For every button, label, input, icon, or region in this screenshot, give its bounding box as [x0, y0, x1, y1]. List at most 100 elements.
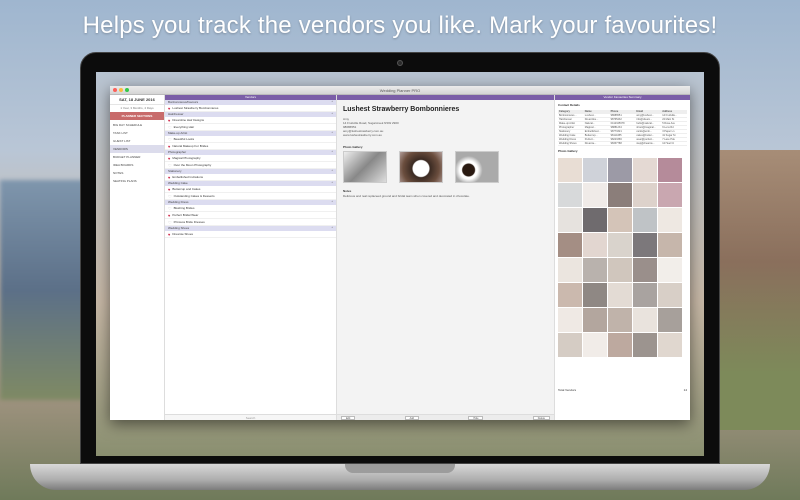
column-header[interactable]: Email [635, 110, 661, 113]
add-vendor-icon[interactable]: + [331, 100, 333, 103]
gallery-thumbnail[interactable] [558, 358, 582, 382]
column-header[interactable]: Name [584, 110, 610, 113]
category-header[interactable]: Hairdresser + [165, 112, 336, 117]
gallery-thumbnail[interactable] [558, 233, 582, 257]
heart-filled-icon[interactable]: ♥ [168, 156, 170, 161]
gallery-thumbnail[interactable] [583, 283, 607, 307]
gallery-thumbnail[interactable] [658, 308, 682, 332]
add-vendor-icon[interactable]: + [331, 169, 333, 172]
vendor-row[interactable]: ♡ Over the Moon Photography [165, 162, 336, 169]
sidebar-item-seating-plans[interactable]: SEATING PLANS [110, 177, 164, 185]
gallery-thumbnail[interactable] [608, 233, 632, 257]
add-button[interactable]: Add [404, 415, 420, 420]
vendor-row[interactable]: ♥ Natural Makeup For Brides [165, 143, 336, 150]
gallery-thumbnail[interactable] [633, 283, 657, 307]
delete-button[interactable]: Delete [532, 415, 550, 420]
add-vendor-icon[interactable]: + [331, 112, 333, 115]
sidebar-item-budget-planner[interactable]: BUDGET PLANNER [110, 153, 164, 161]
heart-outline-icon[interactable]: ♡ [168, 206, 172, 211]
add-vendor-icon[interactable]: + [331, 131, 333, 134]
vendor-row[interactable]: ♥ Dreamie Shoes [165, 231, 336, 238]
vendor-row[interactable]: ♥ Perfect Bridal Wear [165, 212, 336, 219]
heart-filled-icon[interactable]: ♥ [168, 118, 170, 123]
gallery-thumbnail[interactable] [633, 158, 657, 182]
gallery-thumbnail[interactable] [608, 308, 632, 332]
gallery-thumbnail[interactable] [583, 308, 607, 332]
heart-filled-icon[interactable]: ♥ [168, 213, 170, 218]
gallery-thumbnail[interactable] [633, 208, 657, 232]
heart-outline-icon[interactable]: ♡ [168, 194, 172, 199]
gallery-thumbnail[interactable] [608, 333, 632, 357]
vendor-row[interactable]: ♥ Lushest Strawberry Bombonnieres [165, 105, 336, 112]
vendor-row[interactable]: ♡ Blushing Brides [165, 205, 336, 212]
heart-filled-icon[interactable]: ♥ [168, 106, 170, 111]
gallery-photo[interactable] [343, 151, 387, 183]
category-header[interactable]: Stationery + [165, 169, 336, 174]
vendor-row[interactable]: ♥ Buttercup and Cakes [165, 186, 336, 193]
heart-outline-icon[interactable]: ♡ [168, 125, 172, 130]
add-vendor-icon[interactable]: + [331, 200, 333, 203]
category-header[interactable]: Make-up Artist + [165, 131, 336, 136]
heart-outline-icon[interactable]: ♡ [168, 137, 172, 142]
gallery-photo[interactable] [399, 151, 443, 183]
gallery-thumbnail[interactable] [658, 258, 682, 282]
gallery-thumbnail[interactable] [608, 258, 632, 282]
gallery-thumbnail[interactable] [633, 183, 657, 207]
gallery-thumbnail[interactable] [608, 183, 632, 207]
vendor-row[interactable]: ♥ Dreamline Hair Designs [165, 117, 336, 124]
vendor-row[interactable]: ♡ Beautiful Looks [165, 136, 336, 143]
gallery-thumbnail[interactable] [633, 233, 657, 257]
category-header[interactable]: Wedding Cake + [165, 181, 336, 186]
gallery-thumbnail[interactable] [608, 158, 632, 182]
add-vendor-icon[interactable]: + [331, 226, 333, 229]
gallery-thumbnail[interactable] [658, 333, 682, 357]
gallery-thumbnail[interactable] [583, 208, 607, 232]
sidebar-item-big-day-schedule[interactable]: BIG DAY SCHEDULE [110, 121, 164, 129]
gallery-thumbnail[interactable] [558, 208, 582, 232]
category-header[interactable]: Bonbonnieres/Favours + [165, 100, 336, 105]
vendor-row[interactable]: ♥ Embellished Invitations [165, 174, 336, 181]
gallery-thumbnail[interactable] [608, 283, 632, 307]
gallery-thumbnail[interactable] [583, 183, 607, 207]
column-header[interactable]: Category [558, 110, 584, 113]
gallery-thumbnail[interactable] [558, 158, 582, 182]
vendor-row[interactable]: ♡ Princess Bride Dresses [165, 219, 336, 226]
column-header[interactable]: Address [661, 110, 687, 113]
heart-filled-icon[interactable]: ♥ [168, 175, 170, 180]
gallery-thumbnail[interactable] [633, 333, 657, 357]
gallery-thumbnail[interactable] [583, 158, 607, 182]
category-header[interactable]: Wedding Dress + [165, 200, 336, 205]
edit-button[interactable]: Edit [341, 415, 356, 420]
vendor-row[interactable]: ♡ Outstanding Cakes & Desserts [165, 193, 336, 200]
gallery-thumbnail[interactable] [658, 183, 682, 207]
sidebar-item-idea-boards[interactable]: IDEA BOARDS [110, 161, 164, 169]
gallery-thumbnail[interactable] [558, 258, 582, 282]
gallery-thumbnail[interactable] [658, 283, 682, 307]
gallery-thumbnail[interactable] [633, 258, 657, 282]
heart-filled-icon[interactable]: ♥ [168, 187, 170, 192]
gallery-thumbnail[interactable] [583, 233, 607, 257]
gallery-thumbnail[interactable] [633, 308, 657, 332]
sidebar-item-task-list[interactable]: TASK LIST [110, 129, 164, 137]
gallery-thumbnail[interactable] [558, 333, 582, 357]
category-header[interactable]: Photographer + [165, 150, 336, 155]
sidebar-item-vendors[interactable]: VENDORS [110, 145, 164, 153]
gallery-thumbnail[interactable] [658, 233, 682, 257]
gallery-thumbnail[interactable] [658, 158, 682, 182]
gallery-thumbnail[interactable] [608, 208, 632, 232]
column-header[interactable]: Phone [610, 110, 636, 113]
gallery-thumbnail[interactable] [583, 333, 607, 357]
search-input[interactable]: Search [165, 414, 336, 420]
gallery-thumbnail[interactable] [558, 183, 582, 207]
heart-filled-icon[interactable]: ♥ [168, 144, 170, 149]
gallery-photo[interactable] [455, 151, 499, 183]
vendor-row[interactable]: ♡ Everything Hair [165, 124, 336, 131]
sidebar-item-notes[interactable]: NOTES [110, 169, 164, 177]
heart-outline-icon[interactable]: ♡ [168, 163, 172, 168]
add-vendor-icon[interactable]: + [331, 181, 333, 184]
heart-filled-icon[interactable]: ♥ [168, 232, 170, 237]
vendor-row[interactable]: ♥ Magical Photography [165, 155, 336, 162]
gallery-thumbnail[interactable] [558, 308, 582, 332]
gallery-thumbnail[interactable] [583, 258, 607, 282]
sidebar-item-guest-list[interactable]: GUEST LIST [110, 137, 164, 145]
